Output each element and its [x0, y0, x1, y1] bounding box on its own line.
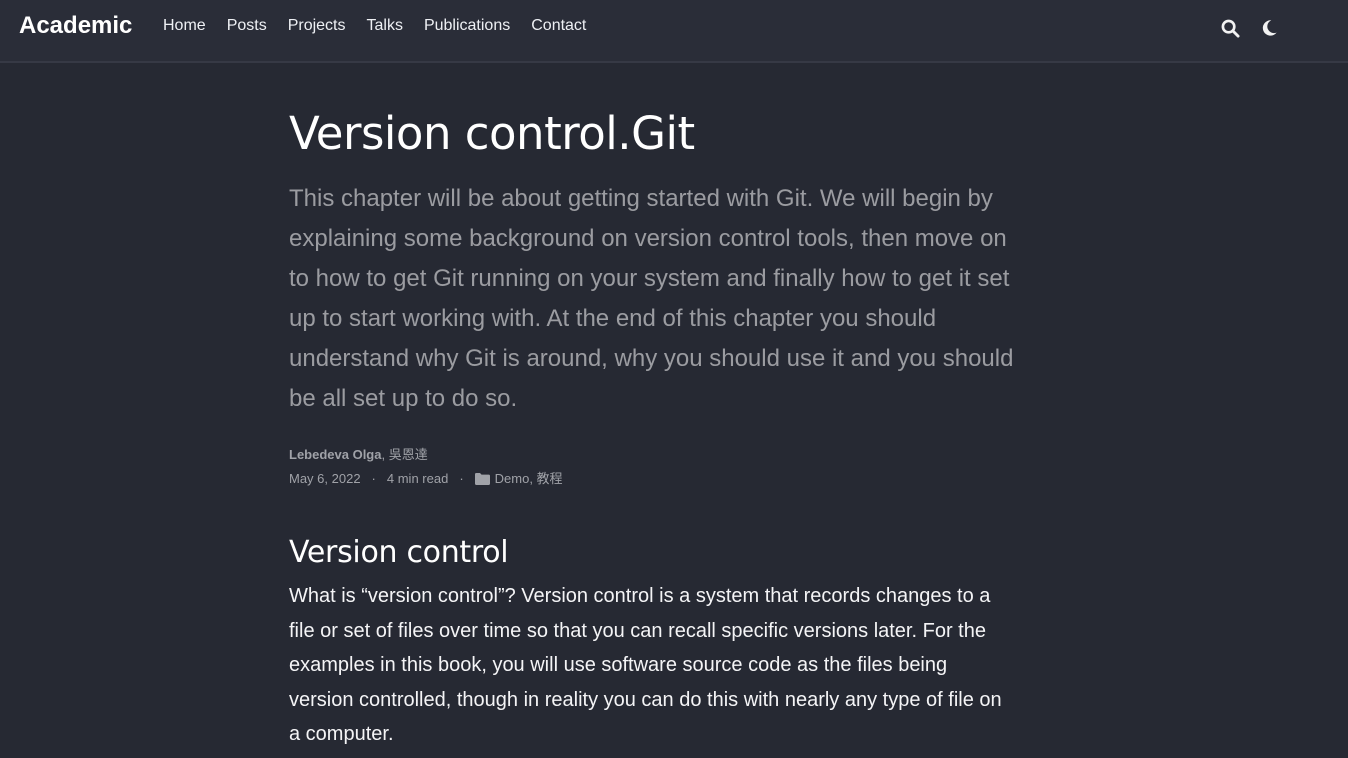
nav-icon-group [1219, 17, 1280, 39]
article-summary: This chapter will be about getting start… [289, 185, 1014, 412]
main-nav: Home Posts Projects Talks Publications C… [163, 17, 607, 35]
section-heading: Version control [289, 535, 509, 570]
author-separator: , [381, 447, 389, 462]
article-meta: May 6, 2022 · 4 min read · Demo, 教程 [289, 469, 1019, 489]
section-body: What is “version control”? Version contr… [289, 585, 1002, 746]
article-date: May 6, 2022 [289, 471, 361, 486]
author-link-primary[interactable]: Lebedeva Olga [289, 447, 381, 462]
search-icon[interactable] [1219, 17, 1241, 39]
meta-separator: · [371, 471, 376, 486]
article-title: Version control.Git [289, 107, 695, 160]
nav-link-posts[interactable]: Posts [227, 17, 267, 35]
nav-link-home[interactable]: Home [163, 17, 206, 35]
article-categories[interactable]: Demo, 教程 [495, 469, 563, 489]
meta-separator: · [459, 471, 464, 486]
nav-link-projects[interactable]: Projects [288, 17, 346, 35]
folder-icon [474, 473, 490, 485]
author-link-secondary[interactable]: 吳恩達 [389, 447, 428, 462]
site-brand-link[interactable]: Academic [19, 12, 132, 40]
top-navbar: Academic Home Posts Projects Talks Publi… [0, 0, 1348, 63]
nav-link-talks[interactable]: Talks [367, 17, 403, 35]
reading-time: 4 min read [386, 471, 449, 486]
article: Version control.Git This chapter will be… [289, 103, 1019, 752]
nav-link-publications[interactable]: Publications [424, 17, 510, 35]
moon-icon[interactable] [1258, 17, 1280, 39]
article-authors: Lebedeva Olga, 吳恩達 [289, 445, 1019, 465]
nav-link-contact[interactable]: Contact [531, 17, 586, 35]
